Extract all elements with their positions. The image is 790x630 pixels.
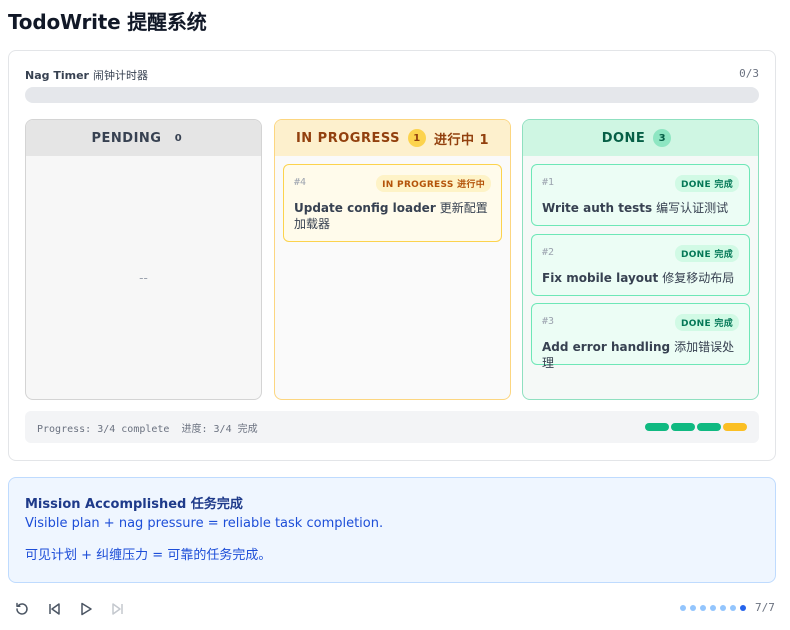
nag-timer-label: Nag Timer 闹钟计时器 <box>25 67 148 83</box>
task-title: Write auth tests 编写认证测试 <box>542 200 739 216</box>
nag-timer-header: Nag Timer 闹钟计时器 0/3 <box>25 67 759 83</box>
column-pending-header: PENDING 0 <box>26 120 261 156</box>
task-title: Update config loader 更新配置加载器 <box>294 200 491 232</box>
status-badge: DONE 完成 <box>674 245 739 262</box>
column-pending-count: 0 <box>169 129 188 147</box>
step-dots <box>680 605 746 611</box>
step-dot[interactable] <box>700 605 706 611</box>
column-pending-empty: -- <box>139 270 148 285</box>
task-card[interactable]: #2 DONE 完成 Fix mobile layout 修复移动布局 <box>531 234 750 296</box>
status-badge: DONE 完成 <box>674 314 739 331</box>
column-pending-label: PENDING <box>91 130 162 146</box>
progress-summary-text: Progress: 3/4 complete 进度: 3/4 完成 <box>37 424 258 435</box>
step-dot[interactable] <box>720 605 726 611</box>
task-id: #1 <box>542 177 555 188</box>
task-card[interactable]: #3 DONE 完成 Add error handling 添加错误处理 <box>531 303 750 370</box>
task-title-en: Write auth tests <box>542 201 653 215</box>
mission-title: Mission Accomplished 任务完成 <box>25 497 243 512</box>
task-id: #2 <box>542 247 555 258</box>
skip-back-button[interactable] <box>43 598 65 620</box>
task-card[interactable]: #1 DONE 完成 Write auth tests 编写认证测试 <box>531 164 750 226</box>
progress-segment-in-progress <box>723 423 747 431</box>
task-title: Fix mobile layout 修复移动布局 <box>542 270 739 286</box>
status-badge: DONE 完成 <box>674 175 739 192</box>
task-id: #4 <box>294 177 307 188</box>
column-pending: PENDING 0 -- <box>25 119 262 400</box>
column-in-progress-header: IN PROGRESS 1 进行中 1 <box>275 120 510 156</box>
restart-button[interactable] <box>11 598 33 620</box>
column-in-progress: IN PROGRESS 1 进行中 1 #4 IN PROGRESS 进行中 U… <box>274 119 511 400</box>
mission-callout: Mission Accomplished 任务完成 Visible plan +… <box>8 477 776 583</box>
step-dot[interactable] <box>710 605 716 611</box>
task-title-en: Add error handling <box>542 340 671 354</box>
restart-icon <box>16 602 28 615</box>
progress-segment-done <box>671 423 695 431</box>
column-done-count: 3 <box>653 129 672 147</box>
task-title-en: Update config loader <box>294 201 436 215</box>
step-dot[interactable] <box>680 605 686 611</box>
task-card[interactable]: #4 IN PROGRESS 进行中 Update config loader 更… <box>283 164 502 242</box>
todo-board-card: Nag Timer 闹钟计时器 0/3 PENDING 0 -- IN PROGR… <box>8 50 776 461</box>
column-done-label: DONE <box>601 130 646 146</box>
nag-timer-count: 0/3 <box>739 67 759 80</box>
progress-summary-bar: Progress: 3/4 complete 进度: 3/4 完成 <box>25 411 759 443</box>
task-title: Add error handling 添加错误处理 <box>542 339 739 371</box>
nag-timer-label-zh: 闹钟计时器 <box>92 69 148 82</box>
skip-forward-button[interactable] <box>107 598 129 620</box>
step-dot[interactable] <box>730 605 736 611</box>
column-in-progress-label: IN PROGRESS <box>295 130 400 146</box>
step-dot[interactable] <box>690 605 696 611</box>
progress-segment-done <box>697 423 721 431</box>
task-title-zh: 修复移动布局 <box>662 271 735 285</box>
status-badge: IN PROGRESS 进行中 <box>376 175 491 192</box>
column-in-progress-count: 1 <box>407 129 426 147</box>
task-title-zh: 编写认证测试 <box>656 201 729 215</box>
progress-segment-done <box>645 423 669 431</box>
app-title: TodoWrite 提醒系统 <box>8 10 207 34</box>
nag-timer-label-en: Nag Timer <box>25 69 89 82</box>
column-in-progress-label-zh: 进行中 1 <box>433 132 490 148</box>
step-dot[interactable] <box>740 605 746 611</box>
mission-line-zh: 可见计划 + 纠缠压力 = 可靠的任务完成。 <box>25 548 272 563</box>
task-title-en: Fix mobile layout <box>542 271 659 285</box>
play-icon <box>81 602 92 616</box>
column-done: DONE 3 #1 DONE 完成 Write auth tests 编写认证测试… <box>522 119 759 400</box>
play-button[interactable] <box>75 598 97 620</box>
skip-forward-icon <box>112 603 123 615</box>
progress-segments <box>645 423 747 431</box>
column-done-header: DONE 3 <box>523 120 758 156</box>
mission-line-en: Visible plan + nag pressure = reliable t… <box>25 516 384 531</box>
nag-timer-bar <box>25 87 759 103</box>
skip-back-icon <box>49 603 60 615</box>
task-id: #3 <box>542 316 555 327</box>
page-indicator: 7/7 <box>755 601 775 614</box>
